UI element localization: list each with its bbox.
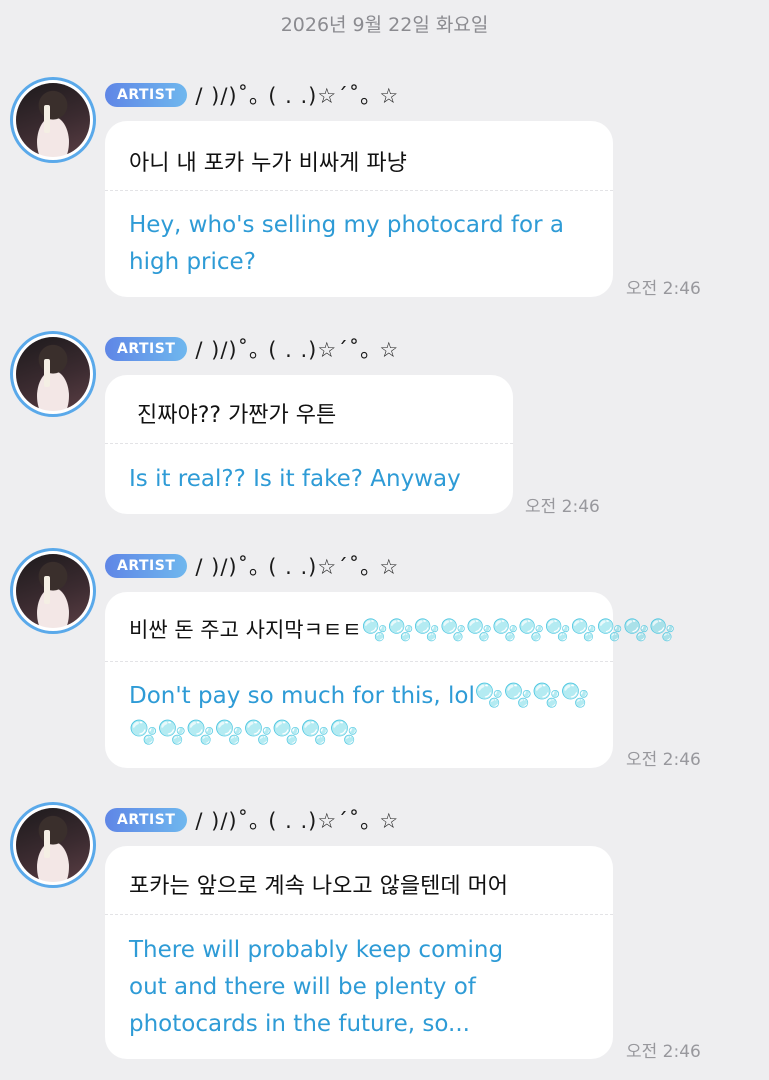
message-bubble[interactable]: 아니 내 포카 누가 비싸게 파냥 Hey, who's selling my … [105, 121, 613, 297]
divider [105, 914, 613, 915]
avatar-image [16, 83, 90, 157]
message-bubble[interactable]: 포카는 앞으로 계속 나오고 않을텐데 머어 There will probab… [105, 846, 613, 1059]
timestamp: 오전 2:46 [626, 1042, 701, 1062]
sender-row: ARTIST / )/)˚｡ ( . .)☆´˚｡ ☆ [105, 807, 399, 833]
translation-text: There will probably keep coming out and … [129, 937, 504, 1037]
translation-text: Is it real?? Is it fake? Anyway [129, 466, 461, 492]
divider [105, 443, 513, 444]
avatar[interactable] [10, 548, 96, 634]
message-bubble[interactable]: 진짜야?? 가짠가 우튼 Is it real?? Is it fake? An… [105, 375, 513, 514]
translation-text: Don't pay so much for this, lol🫧🫧🫧🫧🫧🫧🫧🫧🫧… [129, 683, 590, 746]
avatar-image [16, 808, 90, 882]
translation-text: Hey, who's selling my photocard for a hi… [129, 212, 564, 275]
chat-message: ARTIST / )/)˚｡ ( . .)☆´˚｡ ☆ 포카는 앞으로 계속 나… [0, 802, 769, 1064]
avatar-image [16, 337, 90, 411]
timestamp: 오전 2:46 [626, 750, 701, 770]
avatar[interactable] [10, 77, 96, 163]
divider [105, 190, 613, 191]
original-text: 아니 내 포카 누가 비싸게 파냥 [129, 151, 407, 176]
artist-badge: ARTIST [105, 337, 188, 361]
avatar[interactable] [10, 331, 96, 417]
timestamp: 오전 2:46 [626, 279, 701, 299]
sender-nickname: / )/)˚｡ ( . .)☆´˚｡ ☆ [195, 809, 400, 833]
original-text: 포카는 앞으로 계속 나오고 않을텐데 머어 [129, 874, 509, 899]
artist-badge: ARTIST [105, 808, 188, 832]
chat-message: ARTIST / )/)˚｡ ( . .)☆´˚｡ ☆ 진짜야?? 가짠가 우튼… [0, 331, 769, 517]
sender-row: ARTIST / )/)˚｡ ( . .)☆´˚｡ ☆ [105, 553, 399, 579]
sender-nickname: / )/)˚｡ ( . .)☆´˚｡ ☆ [195, 338, 400, 362]
divider [105, 661, 613, 662]
artist-badge: ARTIST [105, 554, 188, 578]
timestamp: 오전 2:46 [525, 497, 600, 517]
avatar-image [16, 554, 90, 628]
sender-row: ARTIST / )/)˚｡ ( . .)☆´˚｡ ☆ [105, 336, 399, 362]
chat-message: ARTIST / )/)˚｡ ( . .)☆´˚｡ ☆ 비싼 돈 주고 사지막ㅋ… [0, 548, 769, 770]
original-text: 비싼 돈 주고 사지막ㅋㅌㅌ🫧🫧🫧🫧🫧🫧🫧🫧🫧🫧🫧🫧 [129, 618, 676, 642]
chat-message: ARTIST / )/)˚｡ ( . .)☆´˚｡ ☆ 아니 내 포카 누가 비… [0, 77, 769, 299]
message-bubble[interactable]: 비싼 돈 주고 사지막ㅋㅌㅌ🫧🫧🫧🫧🫧🫧🫧🫧🫧🫧🫧🫧 Don't pay so … [105, 592, 675, 768]
avatar[interactable] [10, 802, 96, 888]
artist-badge: ARTIST [105, 83, 188, 107]
date-header: 2026년 9월 22일 화요일 [280, 14, 489, 36]
sender-nickname: / )/)˚｡ ( . .)☆´˚｡ ☆ [195, 555, 400, 579]
sender-row: ARTIST / )/)˚｡ ( . .)☆´˚｡ ☆ [105, 82, 399, 108]
original-text: 진짜야?? 가짠가 우튼 [137, 403, 337, 428]
sender-nickname: / )/)˚｡ ( . .)☆´˚｡ ☆ [195, 84, 400, 108]
